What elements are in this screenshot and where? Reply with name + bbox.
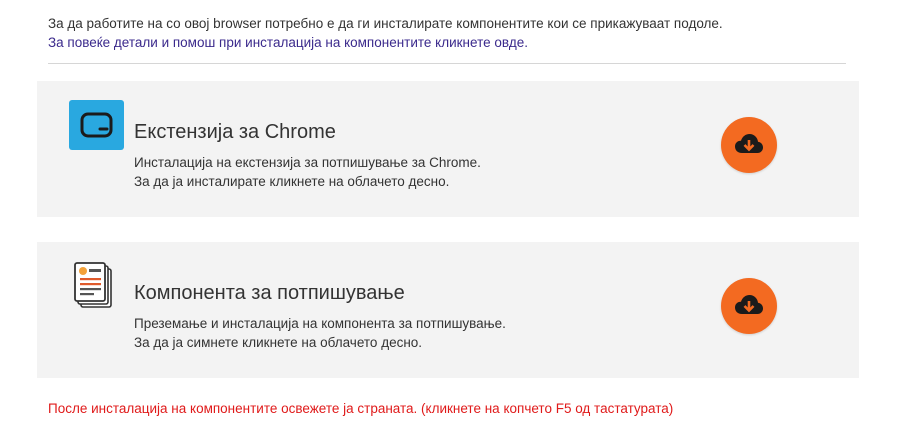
intro-text: За да работите на со овој browser потреб… [48,14,723,52]
signing-document-icon [69,261,124,311]
card-description-line: За да ја симнете кликнете на облачето де… [134,335,423,350]
chrome-extension-app-icon [69,100,124,150]
card-title: Екстензија за Chrome [134,121,336,143]
chrome-extension-card: Екстензија за Chrome Инсталација на екст… [37,81,859,217]
card-description: Преземање и инсталација на компонента за… [134,314,506,352]
card-description: Инсталација на екстензија за потпишување… [134,153,481,191]
download-chrome-extension-button[interactable] [721,117,777,173]
download-signing-component-button[interactable] [721,278,777,334]
intro-instructions: За да работите на со овој browser потреб… [48,16,723,31]
cloud-download-icon [734,294,764,319]
card-description-line: За да ја инсталирате кликнете на облачет… [134,174,450,189]
card-description-line: Инсталација на екстензија за потпишување… [134,155,481,170]
card-description-line: Преземање и инсталација на компонента за… [134,316,506,331]
card-title: Компонента за потпишување [134,282,405,304]
help-link[interactable]: За повеќе детали и помош при инсталација… [48,33,528,52]
signing-component-card: Компонента за потпишување Преземање и ин… [37,242,859,378]
refresh-note: После инсталација на компонентите освеже… [48,401,674,416]
divider [48,63,846,64]
cloud-download-icon [734,133,764,158]
